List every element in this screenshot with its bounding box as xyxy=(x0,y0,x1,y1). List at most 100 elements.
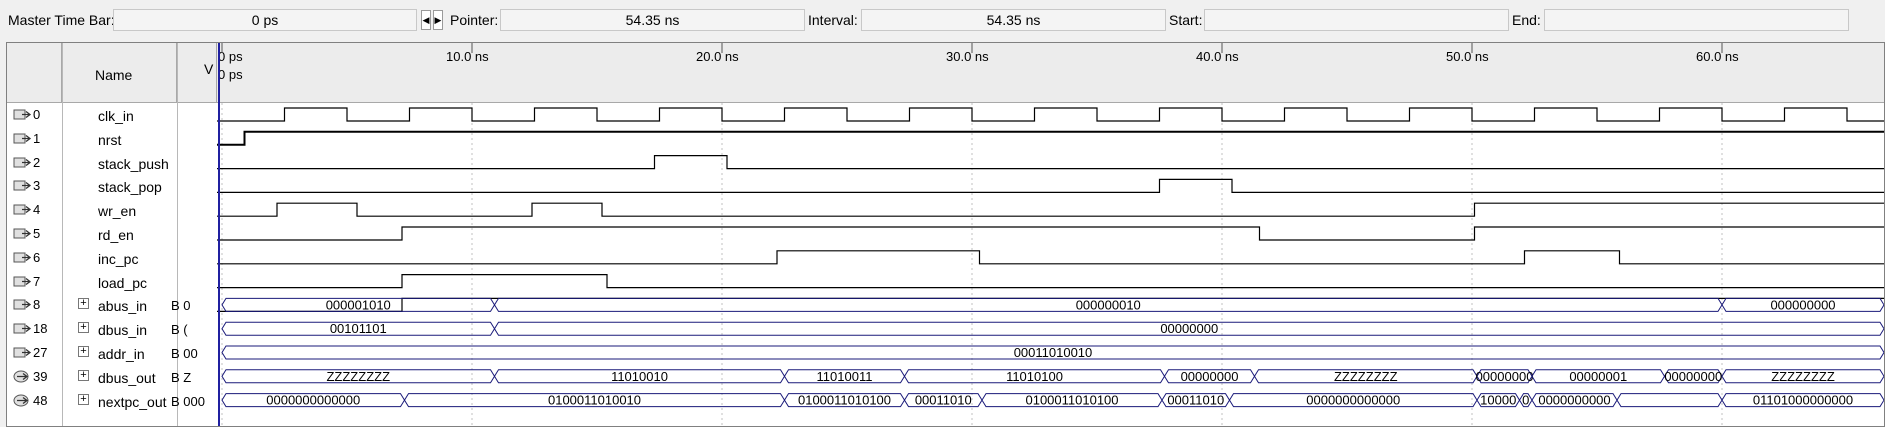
signal-name: clk_in xyxy=(98,108,134,124)
signal-row[interactable]: 7 load_pc xyxy=(7,270,217,294)
signal-index: 8 xyxy=(33,297,41,313)
interval-label: Interval: xyxy=(808,12,858,28)
signal-row[interactable]: 5 rd_en xyxy=(7,222,217,246)
signal-name: load_pc xyxy=(98,274,148,291)
bus-value-label: 0100011010010 xyxy=(548,393,641,408)
value-column-header[interactable]: V xyxy=(177,43,217,103)
signal-name: stack_push xyxy=(98,155,169,172)
signal-row[interactable]: 8 + abus_in B 0 xyxy=(7,293,217,317)
input-pin-icon xyxy=(13,227,32,240)
signal-index: 27 xyxy=(33,345,48,360)
signal-list-pane: Name V 0 clk_in 1 nrst 2 stack_push 3 stack_pop… xyxy=(7,43,217,426)
digital-waveform xyxy=(217,155,1884,170)
signal-row[interactable]: 18 + dbus_in B ( xyxy=(7,317,217,341)
bus-segment xyxy=(1616,393,1723,408)
waveform-viewer: Name V 0 clk_in 1 nrst 2 stack_push 3 stack_pop… xyxy=(6,42,1885,427)
input-pin-icon xyxy=(13,132,32,145)
input-pin-icon xyxy=(13,298,32,311)
signal-row[interactable]: 2 stack_push xyxy=(7,151,217,175)
bus-value-label: 11010010 xyxy=(611,369,668,384)
master-time-bar-field[interactable]: 0 ps xyxy=(113,9,417,31)
signal-value: B 0 xyxy=(171,298,191,314)
signal-row[interactable]: 4 wr_en xyxy=(7,198,217,222)
input-pin-icon xyxy=(13,346,32,359)
next-transition-button[interactable]: ▶ xyxy=(433,10,443,30)
signal-row[interactable]: 6 inc_pc xyxy=(7,246,217,270)
expand-bus-icon[interactable]: + xyxy=(78,346,89,357)
master-time-bar-label: Master Time Bar: xyxy=(8,12,115,28)
bus-value-label: 00000000 xyxy=(1181,369,1239,384)
digital-waveform xyxy=(217,250,1884,265)
signal-index: 6 xyxy=(33,249,41,265)
input-pin-icon xyxy=(13,156,32,169)
start-field[interactable] xyxy=(1204,9,1509,31)
signal-index: 7 xyxy=(33,273,41,289)
signal-name: wr_en xyxy=(98,203,137,220)
signal-value: B Z xyxy=(171,369,192,385)
bus-value-label: 0100011010100 xyxy=(798,393,891,408)
input-pin-icon xyxy=(13,179,32,192)
bus-value-label: 0000000000000 xyxy=(1306,393,1400,408)
bus-value-label: ZZZZZZZZ xyxy=(1771,369,1835,384)
output-pin-icon xyxy=(13,394,31,407)
time-bar-toolbar: Master Time Bar: 0 ps ◀ ▶ Pointer: 54.35… xyxy=(0,0,1885,42)
digital-waveform xyxy=(217,226,1884,241)
bus-value-label: ZZZZZZZZ xyxy=(1334,369,1398,384)
end-field[interactable] xyxy=(1544,9,1849,31)
bus-value-label: 00000000 xyxy=(1476,369,1534,384)
signal-row[interactable]: 3 stack_pop xyxy=(7,174,217,198)
bus-value-label: 000000000 xyxy=(1770,297,1835,312)
bus-value-label: 11010100 xyxy=(1006,369,1063,384)
bus-value-label: 11010011 xyxy=(817,369,873,384)
bus-value-label: 00000001 xyxy=(1569,369,1627,384)
expand-bus-icon[interactable]: + xyxy=(78,393,89,405)
name-header-label: Name xyxy=(95,67,133,83)
digital-waveform xyxy=(217,274,1884,289)
digital-waveform xyxy=(217,297,1884,312)
signal-index: 4 xyxy=(33,202,41,218)
expand-bus-icon[interactable]: + xyxy=(78,322,89,334)
signal-name: nrst xyxy=(98,131,122,148)
input-pin-icon xyxy=(13,251,32,264)
signal-row[interactable]: 48 + nextpc_out B 000 xyxy=(7,389,217,413)
signal-index: 39 xyxy=(33,368,48,384)
waveform-pane[interactable]: 0 ps 10.0 ns 20.0 ns 30.0 ns 40.0 ns 50.0 ns 6… xyxy=(217,43,1884,426)
pointer-field: 54.35 ns xyxy=(500,9,805,31)
bus-value-label: 000001010 xyxy=(326,297,391,312)
input-pin-icon xyxy=(13,322,32,335)
bus-value-label: 00000000 xyxy=(1664,369,1722,384)
signal-index: 2 xyxy=(33,154,41,170)
bus-value-label: ZZZZZZZZ xyxy=(326,369,390,384)
signal-row[interactable]: 0 clk_in xyxy=(7,103,217,127)
bus-value-label: 0100011010100 xyxy=(1025,393,1118,408)
signal-name: addr_in xyxy=(98,346,145,362)
signal-row[interactable]: 27 + addr_in B 00 xyxy=(7,341,217,365)
bus-value-label: 01101000000000 xyxy=(1753,393,1853,408)
expand-bus-icon[interactable]: + xyxy=(78,298,89,310)
bus-value-label: 00000000 xyxy=(1160,321,1218,336)
expand-bus-icon[interactable]: + xyxy=(78,369,89,381)
bus-value-label: 00011010010 xyxy=(1014,345,1093,360)
signal-row[interactable]: 39 + dbus_out B Z xyxy=(7,365,217,389)
name-column-header[interactable]: Name xyxy=(62,43,177,103)
signal-index: 1 xyxy=(33,130,41,146)
signal-index: 0 xyxy=(33,107,41,122)
signal-name: inc_pc xyxy=(98,250,139,267)
previous-transition-button[interactable]: ◀ xyxy=(421,10,431,30)
start-label: Start: xyxy=(1169,12,1203,28)
signal-row[interactable]: 1 nrst xyxy=(7,127,217,151)
signal-name: rd_en xyxy=(98,227,134,243)
bus-value-label: 000000010 xyxy=(1076,297,1141,312)
interval-field: 54.35 ns xyxy=(861,9,1166,31)
signal-name: stack_pop xyxy=(98,179,162,196)
signal-name: dbus_out xyxy=(98,369,156,386)
digital-waveform xyxy=(217,178,1884,193)
bus-value-label: 00011010 xyxy=(915,393,972,408)
bus-value-label: 0000000000 xyxy=(1538,393,1610,408)
input-pin-icon xyxy=(13,108,32,121)
pointer-label: Pointer: xyxy=(450,12,499,28)
bus-value-label: 0000000000000 xyxy=(266,393,360,408)
signal-index: 3 xyxy=(33,178,41,194)
bus-value-label: 10000 xyxy=(1480,393,1516,408)
digital-waveform xyxy=(217,107,1884,122)
